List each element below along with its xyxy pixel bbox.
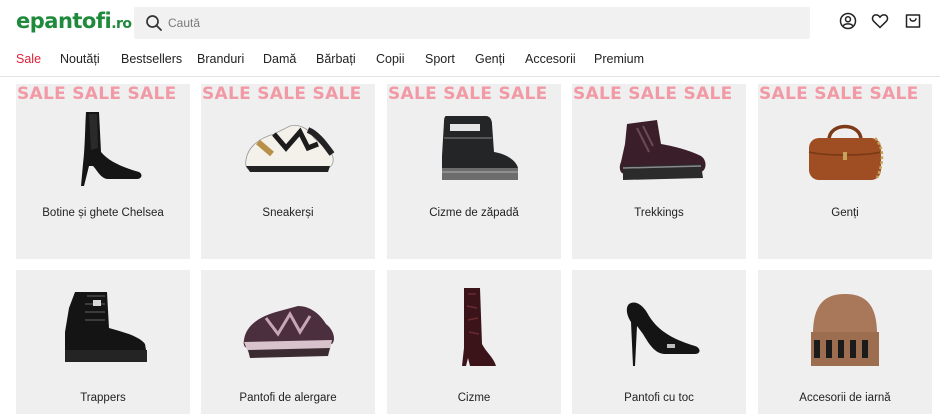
category-tile-snow-boots[interactable]: SALE SALE SALE Cizme de zăpadă <box>387 84 561 259</box>
beanie-image <box>811 294 879 366</box>
combat-boot-image <box>65 292 147 362</box>
pump-image <box>626 302 700 366</box>
nav-item-branduri[interactable]: Branduri <box>197 52 244 66</box>
nav-item-accesorii[interactable]: Accesorii <box>525 52 576 66</box>
hiking-boot-image <box>619 120 706 180</box>
search-input[interactable] <box>168 7 798 39</box>
nav-item-sale[interactable]: Sale <box>16 52 41 66</box>
sale-banner: SALE SALE SALE <box>759 84 919 104</box>
nav-item-barbati[interactable]: Bărbați <box>316 52 356 66</box>
nav-item-premium[interactable]: Premium <box>594 52 644 66</box>
nav-item-sport[interactable]: Sport <box>425 52 455 66</box>
category-tile-running-shoes[interactable]: Pantofi de alergare <box>201 270 375 414</box>
nav-item-dama[interactable]: Damă <box>263 52 296 66</box>
category-tile-winter-accessories[interactable]: Accesorii de iarnă <box>758 270 932 414</box>
category-tile-chelsea-boots[interactable]: SALE SALE SALE Botine și ghete Chelsea <box>16 84 190 259</box>
heart-icon[interactable] <box>871 12 889 30</box>
snow-boot-image <box>442 116 518 180</box>
nav-item-copii[interactable]: Copii <box>376 52 405 66</box>
category-tile-heels[interactable]: Pantofi cu toc <box>572 270 746 414</box>
trail-shoe-image <box>243 306 334 358</box>
logo-main: epantofi <box>16 9 112 33</box>
category-label: Accesorii de iarnă <box>799 392 891 404</box>
category-label: Botine și ghete Chelsea <box>42 207 164 219</box>
category-tile-boots[interactable]: Cizme <box>387 270 561 414</box>
category-tile-trappers[interactable]: Trappers <box>16 270 190 414</box>
ankle-boot-image <box>81 112 142 186</box>
category-label: Trappers <box>80 392 126 404</box>
category-label: Cizme de zăpadă <box>429 207 519 219</box>
category-tile-trekkings[interactable]: SALE SALE SALE Trekkings <box>572 84 746 259</box>
category-label: Cizme <box>457 392 491 404</box>
category-tile-bags[interactable]: SALE SALE SALE Genți <box>758 84 932 259</box>
category-label: Trekkings <box>634 207 684 219</box>
knee-boot-image <box>462 288 496 366</box>
sale-banner: SALE SALE SALE <box>573 84 733 104</box>
header: epantofi.ro <box>0 0 940 44</box>
sale-banner: SALE SALE SALE <box>202 84 362 104</box>
nav-item-genti[interactable]: Genți <box>475 52 505 66</box>
handbag-image <box>808 124 884 180</box>
main-nav: Sale Noutăți Bestsellers Branduri Damă B… <box>0 44 940 77</box>
logo[interactable]: epantofi.ro <box>16 9 132 33</box>
cart-icon[interactable] <box>904 12 922 30</box>
sale-banner: SALE SALE SALE <box>388 84 548 104</box>
category-label: Pantofi cu toc <box>624 392 694 404</box>
search-icon[interactable] <box>145 14 163 32</box>
category-label: Pantofi de alergare <box>239 392 337 404</box>
logo-tld: .ro <box>111 16 132 32</box>
sneaker-image <box>245 125 335 172</box>
nav-item-bestsellers[interactable]: Bestsellers <box>121 52 182 66</box>
search-bar[interactable] <box>134 7 810 39</box>
category-label: Sneakerși <box>262 207 314 219</box>
nav-item-noutati[interactable]: Noutăți <box>60 52 100 66</box>
category-label: Genți <box>831 207 859 219</box>
category-tile-sneakers[interactable]: SALE SALE SALE Sneakerși <box>201 84 375 259</box>
user-icon[interactable] <box>839 12 857 30</box>
sale-banner: SALE SALE SALE <box>17 84 177 104</box>
